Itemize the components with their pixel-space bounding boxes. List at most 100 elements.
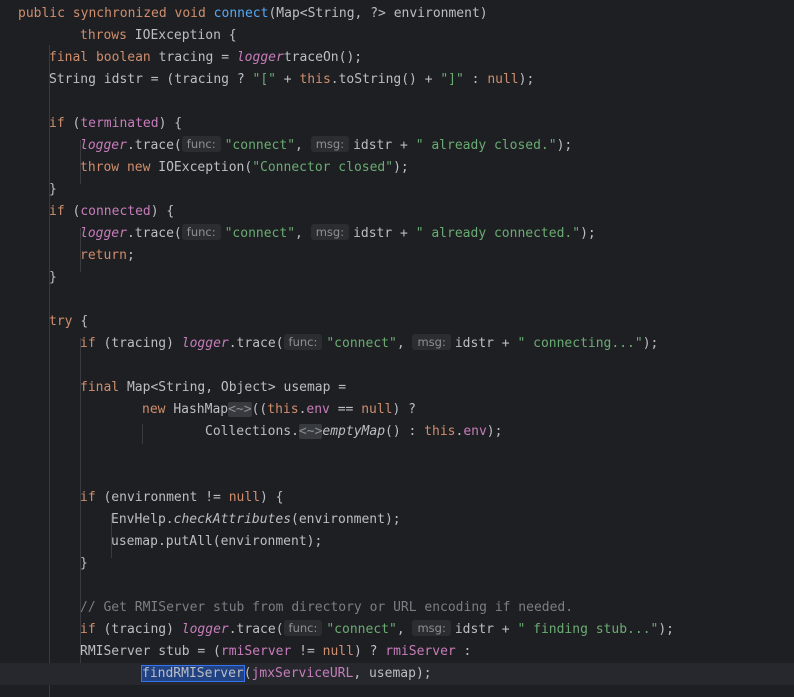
code-line-21[interactable]: } <box>80 553 88 575</box>
keyword: return <box>80 248 127 263</box>
keyword: public synchronized void <box>18 6 214 21</box>
code-line-8[interactable]: } <box>49 179 57 201</box>
code-text: , <box>295 138 311 153</box>
code-line-5[interactable]: if (terminated) { <box>49 113 182 135</box>
keyword: final <box>80 380 127 395</box>
code-line-25-current[interactable]: findRMIServer(jmxServiceURL, usemap); <box>0 663 794 685</box>
keyword: try <box>49 314 81 329</box>
code-text: .trace( <box>228 622 284 637</box>
code-line-9[interactable]: if (connected) { <box>49 201 174 223</box>
keyword: if <box>80 622 104 637</box>
static-field: logger <box>181 622 229 637</box>
keyword: null <box>322 644 354 659</box>
code-line-10[interactable]: logger.trace(func: "connect", msg: idstr +… <box>80 223 596 245</box>
keyword: if <box>49 204 73 219</box>
code-editor[interactable]: public synchronized void connect(Map<Str… <box>0 0 794 697</box>
code-line-24[interactable]: RMIServer stub = (rmiServer != null) ? r… <box>80 641 471 663</box>
keyword: if <box>80 490 104 505</box>
string-literal: "connect" <box>326 336 397 351</box>
code-text: ); <box>486 424 503 439</box>
code-text: ); <box>580 226 596 241</box>
keyword: null <box>487 72 519 87</box>
code-line-7[interactable]: throw new IOException("Connector closed"… <box>80 157 409 179</box>
code-text: != <box>291 644 323 659</box>
code-line-3[interactable]: final boolean tracing = loggertraceOn(); <box>49 47 362 69</box>
code-text: ); <box>658 622 675 637</box>
code-line-11[interactable]: return; <box>80 245 135 267</box>
code-text: tracing = <box>158 50 237 65</box>
field: rmiServer <box>220 644 292 659</box>
string-literal: "connect" <box>224 138 296 153</box>
code-text: } <box>49 270 57 285</box>
code-text: HashMap <box>173 402 229 417</box>
code-line-23[interactable]: if (tracing) logger.trace(func: "connect"… <box>80 619 674 641</box>
param-hint: func: <box>283 334 323 350</box>
code-text: == <box>329 402 362 417</box>
static-field: logger <box>80 138 127 153</box>
code-text: ); <box>393 160 409 175</box>
field: rmiServer <box>385 644 456 659</box>
keyword: final boolean <box>49 50 159 65</box>
code-text: usemap.putAll(environment); <box>111 534 323 549</box>
code-text: idstr + <box>353 226 416 241</box>
keyword: this <box>424 424 456 439</box>
string-literal: "connect" <box>224 226 296 241</box>
code-line-1[interactable]: public synchronized void connect(Map<Str… <box>18 3 488 25</box>
code-text: } <box>80 556 88 571</box>
static-field: logger <box>236 50 284 65</box>
string-literal: "Connector closed" <box>252 160 394 175</box>
code-text: RMIServer stub = ( <box>80 644 221 659</box>
code-text: ); <box>518 72 535 87</box>
code-line-22[interactable]: // Get RMIServer stub from directory or … <box>80 597 573 619</box>
code-text: EnvHelp. <box>111 512 174 527</box>
keyword: if <box>80 336 104 351</box>
code-text: .trace( <box>228 336 284 351</box>
static-field: logger <box>181 336 229 351</box>
code-line-4[interactable]: String idstr = (tracing ? "[" + this.toS… <box>49 69 534 91</box>
code-text: Map<String, Object> usemap = <box>126 380 347 395</box>
code-text: traceOn(); <box>283 50 363 65</box>
field: env <box>463 424 487 439</box>
keyword: new <box>142 402 174 417</box>
indent-guide <box>49 45 50 697</box>
code-text: (environment != <box>103 490 229 505</box>
string-literal: "[" <box>252 72 276 87</box>
code-text: } <box>49 182 57 197</box>
code-text: Collections. <box>205 424 299 439</box>
code-line-2[interactable]: throws IOException { <box>80 25 237 47</box>
code-line-12[interactable]: } <box>49 267 57 289</box>
code-line-13[interactable]: try { <box>49 311 88 333</box>
diamond-fold[interactable]: <~> <box>228 402 252 417</box>
selected-method-call[interactable]: findRMIServer <box>141 665 245 682</box>
code-line-6[interactable]: logger.trace(func: "connect", msg: idstr +… <box>80 135 572 157</box>
code-text: (tracing) <box>103 622 182 637</box>
string-literal: "]" <box>440 72 464 87</box>
code-line-17[interactable]: Collections.<~>emptyMap() : this.env); <box>205 421 502 443</box>
code-line-20[interactable]: usemap.putAll(environment); <box>111 531 322 553</box>
code-line-18[interactable]: if (environment != null) { <box>80 487 284 509</box>
param-hint: func: <box>181 136 221 152</box>
code-text: (environment); <box>291 512 401 527</box>
keyword: throws <box>80 28 135 43</box>
param-hint: msg: <box>310 136 350 152</box>
code-text: () : <box>385 424 425 439</box>
string-literal: " finding stub..." <box>517 622 659 637</box>
keyword: if <box>49 116 73 131</box>
code-text: (Map<String, ?> environment) <box>268 6 488 21</box>
code-text: { <box>80 314 89 329</box>
code-line-14[interactable]: if (tracing) logger.trace(func: "connect"… <box>80 333 658 355</box>
static-field: logger <box>80 226 127 241</box>
code-line-16[interactable]: new HashMap<~>((this.env == null) ? <box>142 399 416 421</box>
string-literal: " already closed." <box>415 138 557 153</box>
code-line-15[interactable]: final Map<String, Object> usemap = <box>80 377 346 399</box>
code-text: idstr + <box>454 622 518 637</box>
code-text: ( <box>243 666 252 681</box>
diamond-fold[interactable]: <~> <box>298 424 323 439</box>
string-literal: " connecting..." <box>517 336 643 351</box>
static-method: checkAttributes <box>173 512 292 527</box>
code-line-19[interactable]: EnvHelp.checkAttributes(environment); <box>111 509 401 531</box>
param-hint: msg: <box>412 334 451 350</box>
code-text: .trace( <box>126 138 182 153</box>
keyword: this <box>267 402 299 417</box>
code-text: , <box>396 336 413 351</box>
